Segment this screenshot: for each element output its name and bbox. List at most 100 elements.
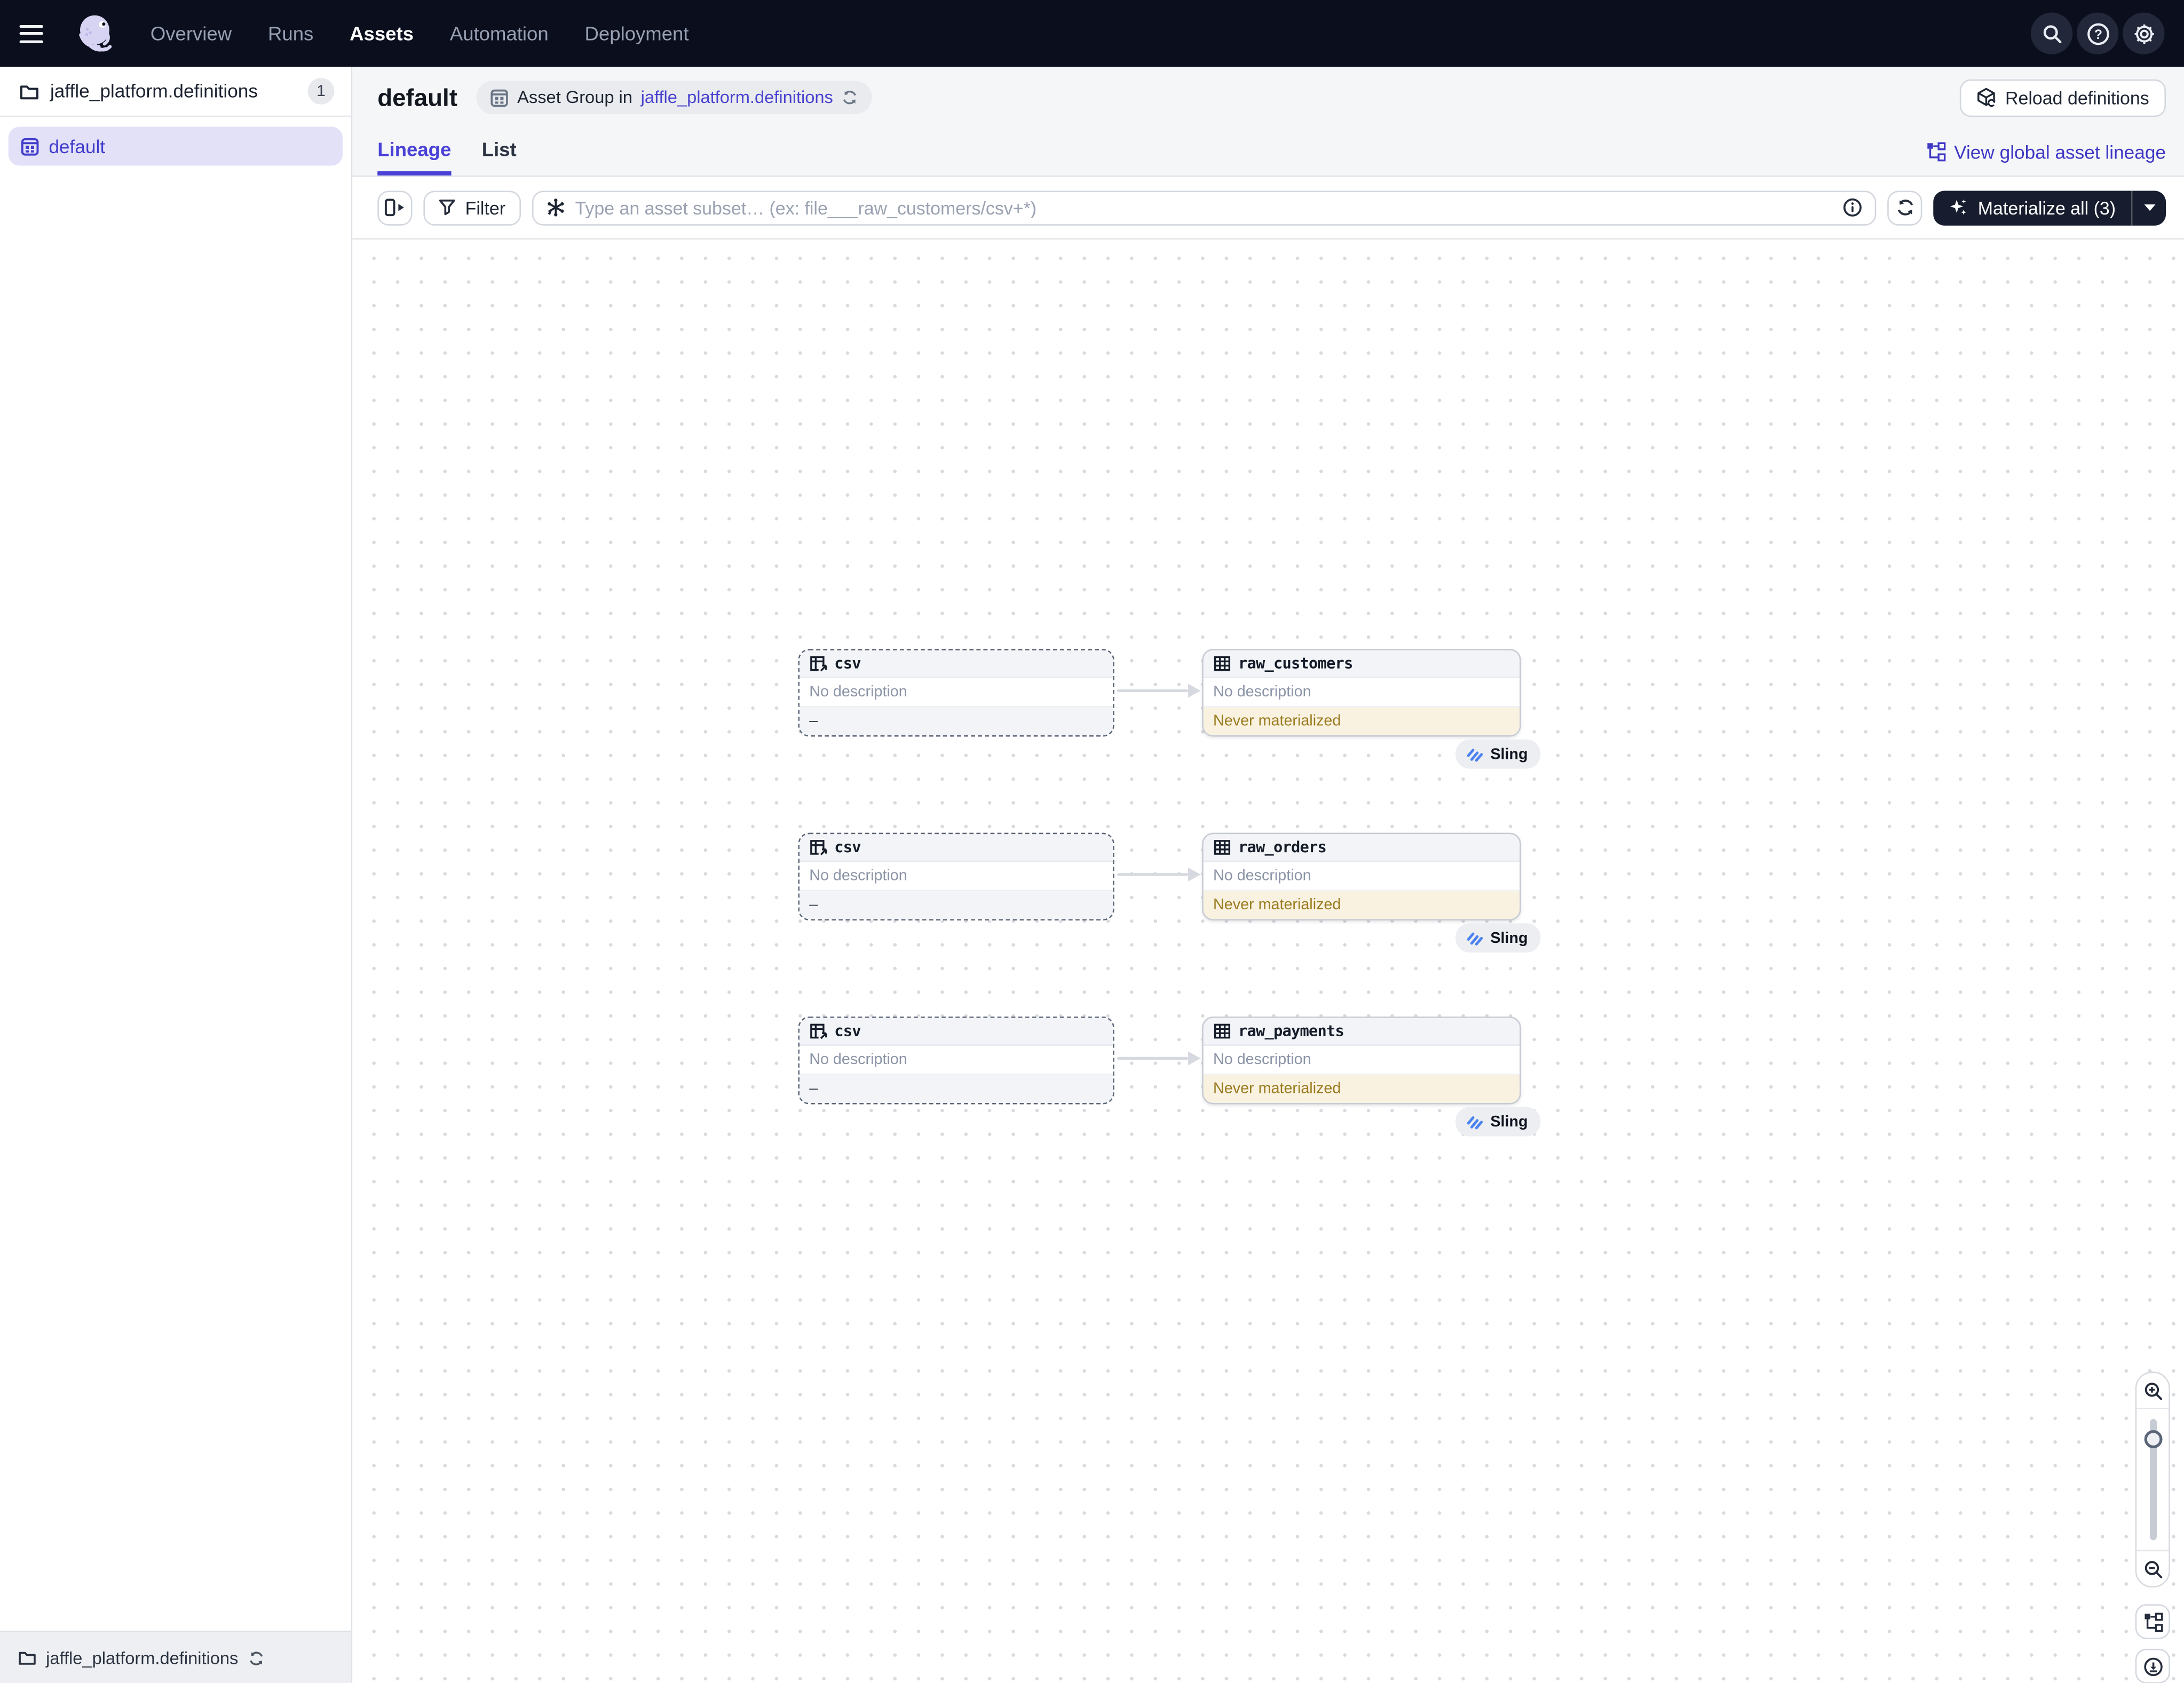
- external-table-icon: [809, 838, 827, 856]
- materialize-all-button[interactable]: Materialize all (3): [1933, 190, 2131, 225]
- help-icon[interactable]: ?: [2077, 12, 2118, 54]
- dagster-octopus-logo[interactable]: [73, 11, 117, 56]
- sync-icon[interactable]: [842, 89, 858, 106]
- asset-node-raw-payments[interactable]: raw_payments No description Never materi…: [1202, 1017, 1521, 1104]
- sparkle-icon: [1949, 198, 1968, 218]
- cube-reload-icon: [1976, 88, 1996, 107]
- panel-expand-icon: [384, 198, 405, 218]
- download-image-icon[interactable]: [2135, 1649, 2170, 1683]
- filter-button[interactable]: Filter: [423, 190, 520, 225]
- sling-icon: [1467, 930, 1483, 946]
- view-global-asset-lineage-link[interactable]: View global asset lineage: [1926, 141, 2166, 162]
- kind-badge-label: Sling: [1490, 1113, 1528, 1130]
- sidebar-project-row[interactable]: jaffle_platform.definitions 1: [0, 67, 351, 117]
- asset-node-csv-2[interactable]: csv No description –: [798, 833, 1114, 920]
- sidebar-item-default[interactable]: default: [9, 126, 343, 165]
- node-title: csv: [834, 1022, 861, 1041]
- node-title: csv: [834, 838, 861, 856]
- zoom-in-icon[interactable]: [2136, 1373, 2169, 1408]
- node-title: raw_customers: [1238, 655, 1353, 673]
- sling-icon: [1467, 747, 1483, 762]
- asset-group-icon: [21, 137, 39, 155]
- funnel-icon: [439, 199, 455, 216]
- node-status-never-materialized: Never materialized: [1204, 708, 1520, 735]
- kind-badge-label: Sling: [1490, 930, 1528, 946]
- search-input[interactable]: [575, 197, 1833, 218]
- asset-subset-search: [532, 190, 1877, 225]
- node-description: No description: [800, 678, 1113, 708]
- nav-item-deployment[interactable]: Deployment: [585, 22, 689, 45]
- chevron-down-icon: [2143, 203, 2155, 212]
- tab-lineage[interactable]: Lineage: [377, 128, 451, 176]
- materialize-options-caret[interactable]: [2132, 190, 2166, 225]
- node-status: –: [800, 1075, 1113, 1103]
- page-header: default Asset Group in jaffle_platform.d…: [352, 67, 2184, 177]
- zoom-slider[interactable]: [2136, 1408, 2169, 1551]
- node-title: csv: [834, 655, 861, 673]
- sling-icon: [1467, 1114, 1483, 1130]
- table-icon: [1213, 655, 1231, 673]
- toggle-sidebar-panel-button[interactable]: [377, 190, 412, 225]
- lineage-edge-2: [1117, 868, 1201, 882]
- zoom-slider-knob[interactable]: [2143, 1430, 2162, 1448]
- node-description: No description: [1204, 678, 1520, 708]
- info-icon[interactable]: [1843, 198, 1863, 218]
- kind-badge-label: Sling: [1490, 745, 1528, 762]
- svg-text:?: ?: [2094, 27, 2102, 42]
- sidebar-footer: jaffle_platform.definitions: [0, 1631, 351, 1683]
- asset-selection-icon: [546, 198, 566, 218]
- reload-location-icon[interactable]: [248, 1649, 265, 1666]
- node-description: No description: [1204, 862, 1520, 891]
- canvas-controls: [2135, 1372, 2170, 1683]
- folder-icon: [20, 82, 39, 101]
- badge-prefix: Asset Group in: [517, 88, 632, 107]
- primary-nav: Overview Runs Assets Automation Deployme…: [151, 22, 689, 45]
- asset-node-csv-3[interactable]: csv No description –: [798, 1017, 1114, 1104]
- table-icon: [1213, 1022, 1231, 1041]
- rearrange-graph-icon[interactable]: [2135, 1604, 2170, 1639]
- asset-node-raw-customers[interactable]: raw_customers No description Never mater…: [1202, 649, 1521, 736]
- nav-item-overview[interactable]: Overview: [151, 22, 232, 45]
- sling-kind-badge-2[interactable]: Sling: [1455, 923, 1540, 952]
- lineage-edge-3: [1117, 1051, 1201, 1065]
- hamburger-menu-icon[interactable]: [20, 12, 61, 54]
- node-status: –: [800, 891, 1113, 919]
- nav-item-runs[interactable]: Runs: [268, 22, 313, 45]
- node-description: No description: [800, 1046, 1113, 1075]
- lineage-canvas[interactable]: csv No description –: [352, 240, 2184, 1683]
- lineage-graph-icon: [1926, 142, 1946, 162]
- refresh-graph-button[interactable]: [1887, 190, 1922, 225]
- sling-kind-badge-1[interactable]: Sling: [1455, 740, 1540, 769]
- footer-code-location: jaffle_platform.definitions: [46, 1648, 238, 1668]
- folder-icon: [18, 1649, 36, 1667]
- node-status-never-materialized: Never materialized: [1204, 891, 1520, 919]
- sidebar: jaffle_platform.definitions 1 default ja…: [0, 67, 352, 1683]
- sidebar-item-label: default: [49, 136, 105, 156]
- nav-item-assets[interactable]: Assets: [350, 22, 414, 45]
- table-icon: [1213, 838, 1231, 856]
- nav-item-automation[interactable]: Automation: [450, 22, 549, 45]
- badge-definitions-link[interactable]: jaffle_platform.definitions: [641, 88, 833, 107]
- materialize-all-label: Materialize all (3): [1978, 197, 2116, 218]
- settings-gear-icon[interactable]: [2123, 12, 2164, 54]
- search-icon[interactable]: [2031, 12, 2072, 54]
- sling-kind-badge-3[interactable]: Sling: [1455, 1107, 1540, 1137]
- tab-list[interactable]: List: [482, 128, 517, 176]
- node-status: –: [800, 708, 1113, 735]
- filter-label: Filter: [465, 197, 505, 218]
- top-nav: Overview Runs Assets Automation Deployme…: [0, 0, 2184, 67]
- node-title: raw_orders: [1238, 838, 1326, 856]
- view-global-asset-lineage-label: View global asset lineage: [1954, 141, 2166, 162]
- asset-count-badge: 1: [308, 78, 335, 105]
- app-root: Overview Runs Assets Automation Deployme…: [0, 0, 2184, 1683]
- zoom-out-icon[interactable]: [2136, 1551, 2169, 1586]
- asset-node-csv-1[interactable]: csv No description –: [798, 649, 1114, 736]
- reload-definitions-button[interactable]: Reload definitions: [1959, 78, 2166, 116]
- refresh-icon: [1895, 198, 1915, 218]
- materialize-all-split-button: Materialize all (3): [1933, 190, 2166, 225]
- asset-node-raw-orders[interactable]: raw_orders No description Never material…: [1202, 833, 1521, 920]
- external-table-icon: [809, 655, 827, 673]
- asset-group-icon: [491, 89, 509, 107]
- asset-group-badge: Asset Group in jaffle_platform.definitio…: [477, 81, 872, 114]
- main-content: default Asset Group in jaffle_platform.d…: [352, 67, 2184, 1683]
